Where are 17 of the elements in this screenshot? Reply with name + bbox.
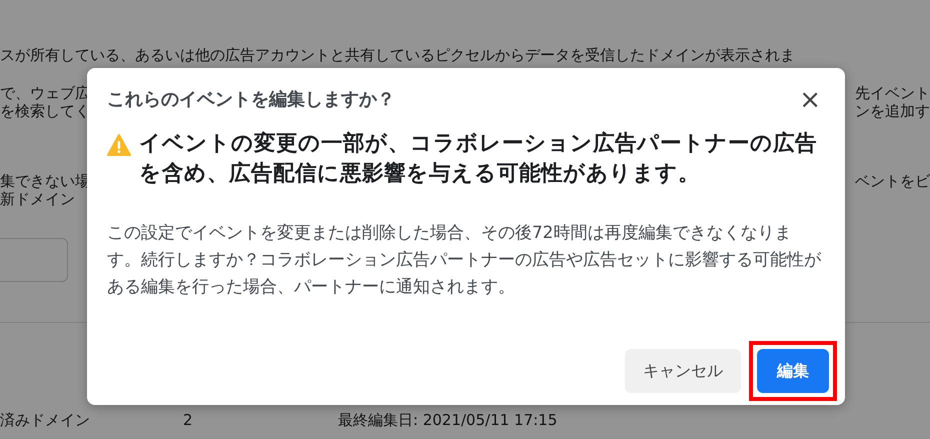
dialog-message: この設定でイベントを変更または削除した場合、その後72時間は再度編集できなくなります。続行しますか？コラボレーション広告パートナーの広告や広告セットに影響する可能性がある編集を行った場合、パートナーに通知されます。 <box>107 221 822 298</box>
table-cell-text: 済みドメイン <box>0 410 91 431</box>
table-cell-text: 最終編集日: 2021/05/11 17:15 <box>338 410 558 431</box>
warning-heading: イベントの変更の一部が、コラボレーション広告パートナーの広告を含め、広告配信に悪影響を与える可能性があります。 <box>139 130 818 188</box>
background-text: 新ドメイン <box>0 190 75 208</box>
warning-icon <box>107 134 131 156</box>
background-text: ンを追加す <box>855 102 930 120</box>
close-button[interactable]: × <box>795 86 825 112</box>
edit-button[interactable]: 編集 <box>757 349 829 393</box>
background-text: を検索してく <box>0 102 90 120</box>
background-text: スが所有している、あるいは他の広告アカウントと共有しているピクセルからデータを受信したドメインが表示されま <box>0 46 795 64</box>
cancel-button[interactable]: キャンセル <box>625 349 741 393</box>
input-field[interactable] <box>0 238 68 282</box>
background-text: 先イベント <box>855 84 930 102</box>
table-cell-text: 2 <box>183 410 194 431</box>
dialog-title: これらのイベントを編集しますか？ <box>107 88 395 112</box>
background-text: ベントをビ <box>855 172 930 190</box>
